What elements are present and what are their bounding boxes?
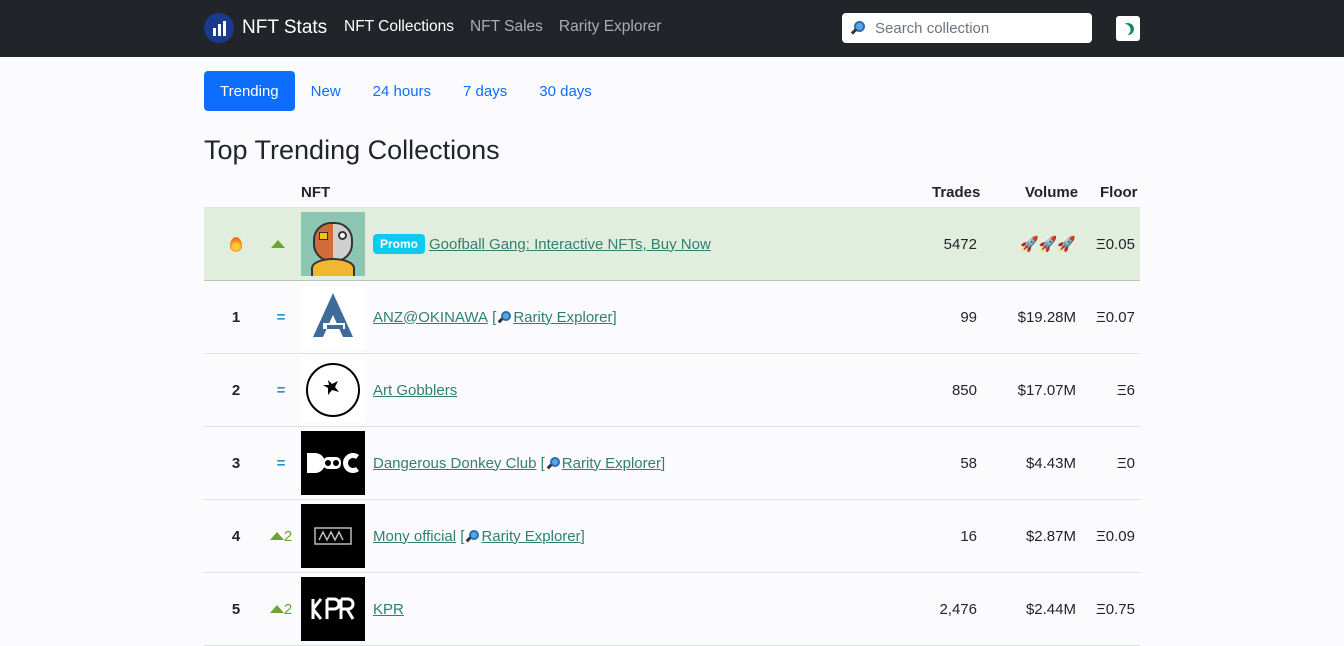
rarity-explorer-link[interactable]: Rarity Explorer: [481, 528, 580, 545]
trades-value: 58: [960, 454, 977, 472]
promo-badge: Promo: [373, 234, 426, 254]
header-nft: NFT: [301, 184, 331, 201]
rank: 4: [231, 527, 241, 545]
volume-value: $2.44M: [1025, 600, 1076, 618]
trades-value: 5472: [943, 235, 977, 253]
trades-value: 99: [960, 308, 977, 326]
volume-value: $2.87M: [1025, 527, 1076, 545]
volume-value: $17.07M: [1017, 381, 1076, 399]
theme-toggle-button[interactable]: [1116, 16, 1140, 41]
table-row[interactable]: 2 = Art Gobblers 850 $17.07M Ξ6: [204, 354, 1140, 427]
floor-value: Ξ0.09: [1096, 527, 1135, 545]
search-icon: [546, 456, 560, 470]
floor-value: Ξ0.07: [1096, 308, 1135, 326]
rank-change: 2: [283, 527, 293, 545]
rank-change: =: [276, 381, 286, 399]
rank: 2: [231, 381, 241, 399]
rank: 5: [231, 600, 241, 618]
floor-value: Ξ0.75: [1096, 600, 1135, 618]
volume-value: 🚀🚀🚀: [1019, 236, 1076, 253]
header-floor: Floor: [1100, 184, 1138, 201]
header-volume: Volume: [1025, 184, 1079, 201]
search-box[interactable]: [842, 13, 1092, 43]
collection-link[interactable]: Art Gobblers: [373, 382, 457, 399]
collection-thumbnail[interactable]: [301, 212, 365, 276]
brand[interactable]: NFT Stats: [204, 13, 327, 43]
collection-link[interactable]: Mony official: [373, 528, 456, 545]
collection-thumbnail[interactable]: [301, 431, 365, 495]
table-row[interactable]: 4 2 Mony official [ Rarity Explorer ] 16…: [204, 500, 1140, 573]
rank-change: =: [276, 454, 286, 472]
nav-rarity-explorer[interactable]: Rarity Explorer: [559, 18, 662, 36]
tab-24-hours[interactable]: 24 hours: [357, 71, 447, 111]
collection-link[interactable]: Goofball Gang: Interactive NFTs, Buy Now: [429, 236, 711, 253]
rarity-explorer-link[interactable]: Rarity Explorer: [562, 455, 661, 472]
nav-nft-collections[interactable]: NFT Collections: [344, 18, 454, 36]
table-header: NFT Trades Volume Floor: [204, 178, 1140, 208]
volume-value: $4.43M: [1025, 454, 1076, 472]
promo-row[interactable]: Promo Goofball Gang: Interactive NFTs, B…: [204, 208, 1140, 281]
collection-link[interactable]: Dangerous Donkey Club: [373, 455, 536, 472]
tab-new[interactable]: New: [295, 71, 357, 111]
search-icon: [497, 310, 512, 324]
floor-value: Ξ0: [1116, 454, 1135, 472]
tab-trending[interactable]: Trending: [204, 71, 295, 111]
rank-change: 2: [283, 600, 293, 618]
tab-30-days[interactable]: 30 days: [523, 71, 608, 111]
trades-value: 2,476: [939, 600, 977, 618]
bar-chart-logo-icon: [204, 13, 234, 43]
collection-thumbnail[interactable]: [301, 358, 365, 422]
period-tabs: Trending New 24 hours 7 days 30 days: [204, 71, 608, 111]
search-icon: [850, 20, 866, 36]
top-navbar: NFT Stats NFT Collections NFT Sales Rari…: [0, 0, 1344, 57]
moon-icon: [1120, 21, 1135, 36]
table-row[interactable]: 3 = Dangerous Donkey Club [ Rarity Explo…: [204, 427, 1140, 500]
collection-thumbnail[interactable]: [301, 504, 365, 568]
search-input[interactable]: [875, 19, 1075, 37]
floor-value: Ξ6: [1116, 381, 1135, 399]
tab-7-days[interactable]: 7 days: [447, 71, 523, 111]
trending-up-icon: [269, 532, 284, 540]
collections-table: NFT Trades Volume Floor Promo Goofball G…: [204, 178, 1140, 646]
brand-name: NFT Stats: [242, 17, 328, 38]
table-row[interactable]: 5 2 KPR 2,476 $2.44M Ξ0.75: [204, 573, 1140, 646]
volume-value: $19.28M: [1017, 308, 1076, 326]
fire-icon: [230, 236, 242, 252]
rarity-explorer-link[interactable]: Rarity Explorer: [513, 309, 612, 326]
trades-value: 850: [951, 381, 977, 399]
nav-nft-sales[interactable]: NFT Sales: [470, 18, 543, 36]
collection-link[interactable]: ANZ@OKINAWA: [373, 309, 488, 326]
collection-thumbnail[interactable]: [301, 577, 365, 641]
trending-up-icon: [271, 240, 285, 248]
trades-value: 16: [960, 527, 977, 545]
rank: 1: [231, 308, 241, 326]
header-trades: Trades: [932, 184, 981, 201]
collection-thumbnail[interactable]: [301, 285, 365, 349]
page-title: Top Trending Collections: [204, 135, 500, 165]
trending-up-icon: [269, 605, 284, 613]
floor-value: Ξ0.05: [1096, 235, 1135, 253]
nav-links: NFT Collections NFT Sales Rarity Explore…: [344, 18, 677, 36]
rank-change: =: [276, 308, 286, 326]
table-row[interactable]: 1 = ANZ@OKINAWA [ Rarity Explorer ] 99 $…: [204, 281, 1140, 354]
collection-link[interactable]: KPR: [373, 601, 404, 618]
rank: 3: [231, 454, 241, 472]
search-icon: [466, 529, 480, 543]
